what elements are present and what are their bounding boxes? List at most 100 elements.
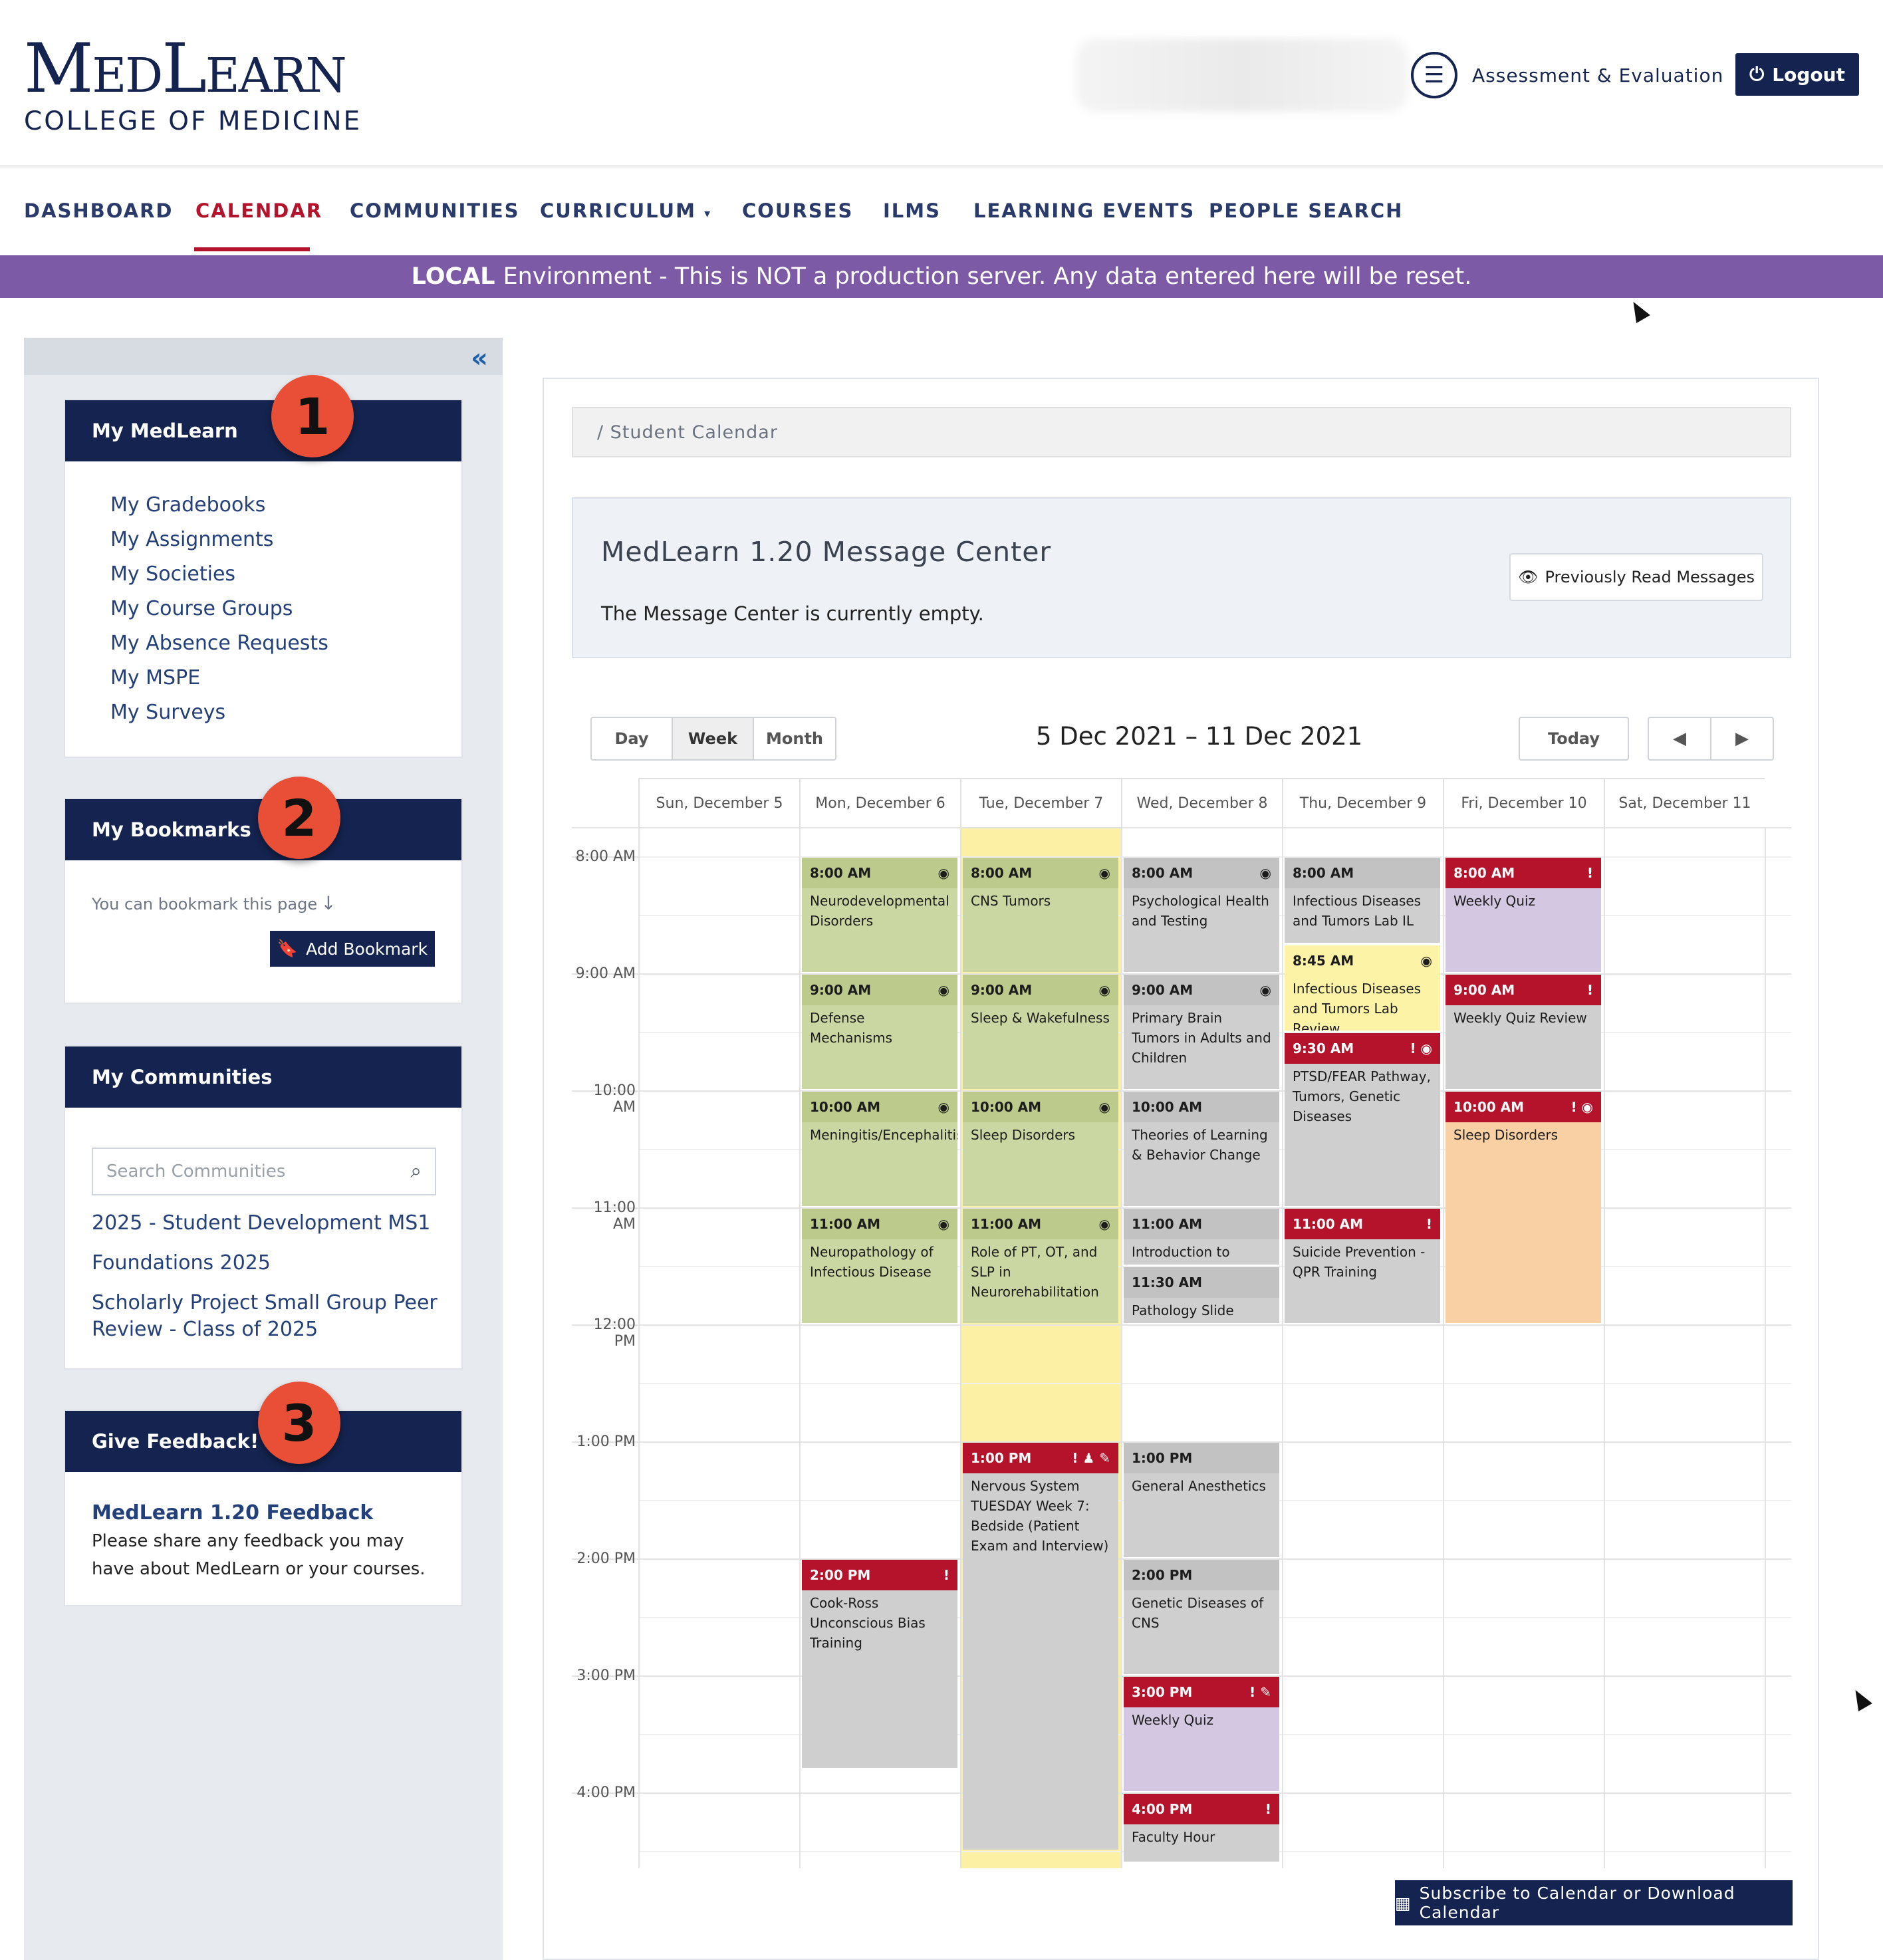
hour-line (572, 1324, 1791, 1326)
calendar-event[interactable]: 11:30 AM Pathology Slide Guide (1124, 1267, 1279, 1323)
calendar-event[interactable]: 11:00 AM! Suicide Prevention - QPR Traini… (1285, 1209, 1440, 1323)
event-status-icons: ! ✎ (1249, 1684, 1271, 1700)
link-my-gradebooks[interactable]: My Gradebooks (110, 488, 461, 523)
event-header: 9:00 AM! (1445, 975, 1601, 1005)
event-header: 1:00 PM (1124, 1443, 1279, 1473)
link-my-course-groups[interactable]: My Course Groups (110, 592, 461, 626)
calendar-event[interactable]: 3:00 PM ! ✎ Weekly Quiz (1124, 1677, 1279, 1791)
calendar-event[interactable]: 11:00 AM ◉ Role of PT, OT, and SLP in Neur… (963, 1209, 1118, 1323)
previously-read-messages-button[interactable]: 👁 Previously Read Messages (1509, 553, 1763, 601)
previously-read-label: Previously Read Messages (1545, 568, 1755, 586)
community-item[interactable]: Scholarly Project Small Group Peer Revie… (92, 1290, 438, 1343)
bookmark-hint-text: You can bookmark this page (92, 895, 318, 914)
next-week-icon[interactable]: ▶ (1711, 718, 1773, 759)
calendar-event[interactable]: 10:00 AM ◉ Sleep Disorders (963, 1092, 1118, 1206)
community-item[interactable]: 2025 - Student Development MS1 (92, 1210, 438, 1237)
calendar-event[interactable]: 8:00 AM ◉ Psychological Health and Testing (1124, 858, 1279, 972)
logo-sub: COLLEGE OF MEDICINE (24, 106, 362, 136)
time-label: 1:00 PM (576, 1433, 636, 1450)
add-bookmark-button[interactable]: 🔖 Add Bookmark (270, 931, 435, 967)
today-button[interactable]: Today (1519, 717, 1629, 761)
nav-ilms[interactable]: ILMS (883, 199, 941, 222)
calendar-event[interactable]: 4:00 PM! Faculty Hour (1124, 1794, 1279, 1862)
day-header[interactable]: Wed, December 8 (1121, 778, 1282, 827)
link-my-societies[interactable]: My Societies (110, 557, 461, 592)
nav-curriculum[interactable]: CURRICULUM ▾ (540, 199, 711, 222)
calendar-event[interactable]: 10:00 AM ! ◉ Sleep Disorders (1445, 1092, 1601, 1323)
nav-courses[interactable]: COURSES (742, 199, 853, 222)
event-title: Weekly Quiz Review (1453, 1010, 1587, 1026)
event-time: 10:00 AM (971, 1099, 1042, 1115)
event-header: 11:30 AM (1124, 1267, 1279, 1298)
logo-main: MedLearn (24, 29, 347, 108)
subscribe-calendar-button[interactable]: ▦ Subscribe to Calendar or Download Cale… (1395, 1880, 1793, 1925)
calendar-event[interactable]: 10:00 AM ◉ Meningitis/Encephalitis (802, 1092, 957, 1206)
community-item[interactable]: Foundations 2025 (92, 1250, 438, 1277)
calendar-event[interactable]: 8:00 AM ◉ Neurodevelopmental Disorders (802, 858, 957, 972)
link-my-mspe[interactable]: My MSPE (110, 661, 461, 695)
communities-list: 2025 - Student Development MS1 Foundatio… (92, 1210, 438, 1343)
logout-button[interactable]: ⏻ Logout (1735, 53, 1859, 96)
my-communities-title: My Communities (65, 1046, 461, 1108)
day-header[interactable]: Fri, December 10 (1443, 778, 1604, 827)
event-time: 8:00 AM (1293, 865, 1354, 881)
day-header[interactable]: Mon, December 6 (799, 778, 960, 827)
day-header[interactable]: Sat, December 11 (1604, 778, 1765, 827)
day-header[interactable]: Sun, December 5 (638, 778, 799, 827)
event-time: 11:30 AM (1132, 1275, 1203, 1290)
calendar-event[interactable]: 9:00 AM ◉ Primary Brain Tumors in Adults a… (1124, 975, 1279, 1089)
search-communities-input[interactable]: Search Communities ⌕ (92, 1148, 436, 1195)
nav-learning-events[interactable]: LEARNING EVENTS (973, 199, 1195, 222)
calendar-event[interactable]: 2:00 PM! Cook-Ross Unconscious Bias Train… (802, 1560, 957, 1768)
event-status-icons: ◉ (938, 982, 949, 998)
feedback-link[interactable]: MedLearn 1.20 Feedback (92, 1501, 451, 1525)
event-time: 8:00 AM (971, 865, 1033, 881)
event-title: Suicide Prevention - QPR Training (1293, 1244, 1426, 1280)
calendar-event[interactable]: 2:00 PM Genetic Diseases of CNS (1124, 1560, 1279, 1674)
calendar-event[interactable]: 8:45 AM ◉ Infectious Diseases and Tumors L… (1285, 945, 1440, 1031)
time-label: 9:00 AM (575, 965, 636, 982)
logo[interactable]: MedLearn COLLEGE OF MEDICINE (24, 29, 362, 137)
calendar-event[interactable]: 10:00 AM Theories of Learning & Behavior … (1124, 1092, 1279, 1206)
view-week-button[interactable]: Week (673, 718, 754, 759)
event-title: Role of PT, OT, and SLP in Neurorehabili… (971, 1244, 1099, 1300)
link-my-surveys[interactable]: My Surveys (110, 695, 461, 730)
calendar-event[interactable]: 9:00 AM ◉ Sleep & Wakefulness (963, 975, 1118, 1089)
message-center-title: MedLearn 1.20 Message Center (601, 536, 1052, 568)
event-header: 10:00 AM ◉ (963, 1092, 1118, 1122)
calendar-event[interactable]: 8:00 AM! Weekly Quiz (1445, 858, 1601, 972)
view-day-button[interactable]: Day (592, 718, 673, 759)
calendar-event[interactable]: 9:30 AM ! ◉ PTSD/FEAR Pathway, Tumors, Gen… (1285, 1033, 1440, 1206)
event-time: 1:00 PM (971, 1450, 1032, 1466)
calendar-event[interactable]: 11:00 AM Introduction to (1124, 1209, 1279, 1265)
day-header[interactable]: Thu, December 9 (1282, 778, 1443, 827)
grid-top-line (572, 827, 1791, 828)
link-my-assignments[interactable]: My Assignments (110, 523, 461, 557)
event-title: CNS Tumors (971, 893, 1051, 909)
event-time: 11:00 AM (971, 1216, 1042, 1232)
nav-people-search[interactable]: PEOPLE SEARCH (1209, 199, 1403, 222)
link-my-absence-requests[interactable]: My Absence Requests (110, 626, 461, 661)
event-time: 11:00 AM (1293, 1216, 1364, 1232)
nav-dashboard[interactable]: DASHBOARD (24, 199, 174, 222)
nav-communities[interactable]: COMMUNITIES (350, 199, 520, 222)
view-month-button[interactable]: Month (754, 718, 835, 759)
calendar-event[interactable]: 9:00 AM! Weekly Quiz Review (1445, 975, 1601, 1089)
calendar-event[interactable]: 8:00 AM Infectious Diseases and Tumors La… (1285, 858, 1440, 943)
breadcrumb: / Student Calendar (572, 407, 1791, 457)
calendar-event[interactable]: 9:00 AM ◉ Defense Mechanisms (802, 975, 957, 1089)
calendar-event[interactable]: 8:00 AM ◉ CNS Tumors (963, 858, 1118, 972)
nav-curriculum-label: CURRICULUM (540, 199, 696, 222)
calendar-event[interactable]: 11:00 AM ◉ Neuropathology of Infectious Di… (802, 1209, 957, 1323)
calendar-event[interactable]: 1:00 PM General Anesthetics (1124, 1443, 1279, 1557)
time-label: 12:00 PM (593, 1316, 636, 1350)
assessment-evaluation-link[interactable]: ☰ Assessment & Evaluation (1411, 52, 1723, 98)
calendar-event[interactable]: 1:00 PM ! ♟ ✎ Nervous System TUESDAY Week … (963, 1443, 1118, 1850)
collapse-sidebar-icon[interactable]: « (471, 343, 488, 374)
event-time: 8:45 AM (1293, 953, 1354, 969)
event-status-icons: ! (1586, 982, 1593, 998)
nav-calendar[interactable]: CALENDAR (195, 199, 322, 222)
day-header[interactable]: Tue, December 7 (960, 778, 1121, 827)
prev-week-icon[interactable]: ◀ (1649, 718, 1711, 759)
half-hour-line (638, 1383, 1791, 1384)
